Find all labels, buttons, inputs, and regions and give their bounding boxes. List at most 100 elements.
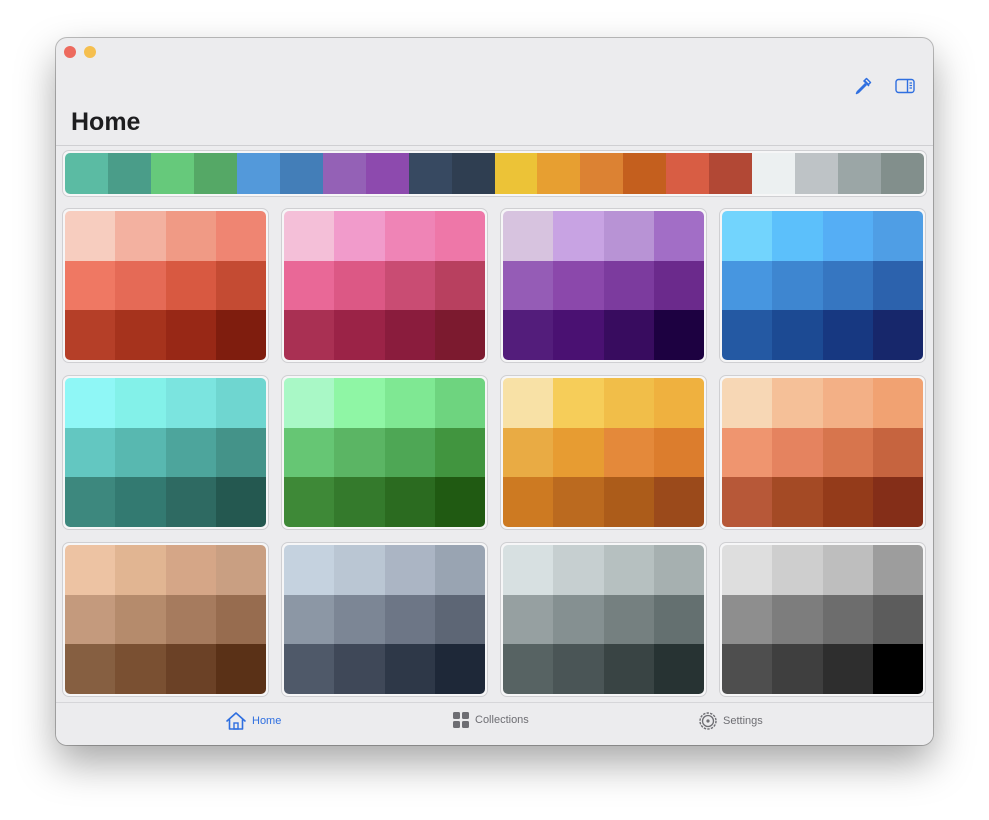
palette-swatch[interactable] (434, 310, 485, 360)
palette-card-yellow[interactable] (500, 375, 707, 530)
palette-swatch[interactable] (65, 644, 116, 694)
palette-swatch[interactable] (772, 477, 823, 527)
palette-swatch[interactable] (334, 545, 385, 595)
palette-swatch[interactable] (822, 594, 873, 645)
palette-swatch[interactable] (65, 594, 116, 645)
palette-swatch[interactable] (165, 260, 216, 311)
palette-card-orange[interactable] (719, 375, 926, 530)
palette-swatch[interactable] (284, 260, 335, 311)
palette-swatch[interactable] (653, 211, 704, 261)
close-button[interactable] (64, 46, 76, 58)
palette-swatch[interactable] (434, 644, 485, 694)
palette-swatch[interactable] (822, 260, 873, 311)
strip-swatch[interactable] (795, 153, 839, 194)
palette-swatch[interactable] (553, 594, 604, 645)
palette-swatch[interactable] (503, 378, 554, 428)
strip-swatch[interactable] (494, 153, 538, 194)
palette-swatch[interactable] (165, 594, 216, 645)
palette-swatch[interactable] (503, 594, 554, 645)
strip-swatch[interactable] (752, 153, 796, 194)
palette-swatch[interactable] (165, 211, 216, 261)
palette-swatch[interactable] (603, 378, 654, 428)
palette-swatch[interactable] (503, 545, 554, 595)
palette-swatch[interactable] (822, 310, 873, 360)
palette-swatch[interactable] (722, 211, 773, 261)
tab-settings[interactable]: Settings (698, 711, 763, 731)
palette-swatch[interactable] (553, 211, 604, 261)
palette-card-pink[interactable] (281, 208, 488, 363)
palette-swatch[interactable] (872, 644, 923, 694)
strip-swatch[interactable] (666, 153, 710, 194)
palette-swatch[interactable] (165, 378, 216, 428)
palette-swatch[interactable] (215, 260, 266, 311)
strip-swatch[interactable] (107, 153, 151, 194)
palette-swatch[interactable] (653, 427, 704, 478)
palette-swatch[interactable] (772, 378, 823, 428)
palette-swatch[interactable] (215, 378, 266, 428)
strip-swatch[interactable] (838, 153, 882, 194)
palette-swatch[interactable] (722, 477, 773, 527)
palette-swatch[interactable] (384, 378, 435, 428)
palette-swatch[interactable] (553, 310, 604, 360)
strip-swatch[interactable] (65, 153, 108, 194)
tab-collections[interactable]: Collections (452, 711, 529, 729)
palette-swatch[interactable] (603, 260, 654, 311)
palette-swatch[interactable] (284, 310, 335, 360)
palette-card-red[interactable] (62, 208, 269, 363)
palette-swatch[interactable] (772, 211, 823, 261)
palette-swatch[interactable] (384, 427, 435, 478)
palette-swatch[interactable] (603, 427, 654, 478)
palette-swatch[interactable] (334, 594, 385, 645)
strip-swatch[interactable] (537, 153, 581, 194)
palette-swatch[interactable] (872, 378, 923, 428)
palette-swatch[interactable] (334, 378, 385, 428)
palette-swatch[interactable] (503, 310, 554, 360)
palette-swatch[interactable] (653, 260, 704, 311)
palette-swatch[interactable] (334, 211, 385, 261)
palette-swatch[interactable] (872, 211, 923, 261)
palette-swatch[interactable] (215, 477, 266, 527)
palette-swatch[interactable] (722, 427, 773, 478)
palette-swatch[interactable] (872, 594, 923, 645)
palette-swatch[interactable] (872, 545, 923, 595)
palette-swatch[interactable] (384, 545, 435, 595)
palette-swatch[interactable] (553, 477, 604, 527)
palette-swatch[interactable] (115, 378, 166, 428)
palette-swatch[interactable] (334, 260, 385, 311)
strip-swatch[interactable] (580, 153, 624, 194)
palette-swatch[interactable] (215, 211, 266, 261)
palette-swatch[interactable] (872, 260, 923, 311)
palette-swatch[interactable] (334, 644, 385, 694)
palette-card-teal[interactable] (62, 375, 269, 530)
palette-swatch[interactable] (165, 644, 216, 694)
strip-swatch[interactable] (322, 153, 366, 194)
palette-swatch[interactable] (115, 427, 166, 478)
strip-swatch[interactable] (709, 153, 753, 194)
palette-swatch[interactable] (284, 477, 335, 527)
palette-swatch[interactable] (553, 427, 604, 478)
palette-swatch[interactable] (434, 378, 485, 428)
palette-swatch[interactable] (603, 594, 654, 645)
palette-swatch[interactable] (772, 310, 823, 360)
palette-swatch[interactable] (872, 477, 923, 527)
tab-home[interactable]: Home (225, 711, 281, 731)
minimize-button[interactable] (84, 46, 96, 58)
palette-swatch[interactable] (722, 545, 773, 595)
palette-swatch[interactable] (822, 211, 873, 261)
palette-swatch[interactable] (215, 310, 266, 360)
palette-swatch[interactable] (65, 545, 116, 595)
palette-swatch[interactable] (384, 644, 435, 694)
palette-swatch[interactable] (115, 211, 166, 261)
palette-card-slate[interactable] (281, 542, 488, 697)
palette-swatch[interactable] (165, 477, 216, 527)
strip-swatch[interactable] (236, 153, 280, 194)
palette-swatch[interactable] (115, 545, 166, 595)
strip-swatch[interactable] (279, 153, 323, 194)
palette-swatch[interactable] (653, 594, 704, 645)
palette-swatch[interactable] (603, 211, 654, 261)
palette-swatch[interactable] (553, 644, 604, 694)
palette-swatch[interactable] (503, 260, 554, 311)
palette-swatch[interactable] (65, 260, 116, 311)
eyedropper-button[interactable] (852, 75, 874, 97)
palette-swatch[interactable] (284, 644, 335, 694)
